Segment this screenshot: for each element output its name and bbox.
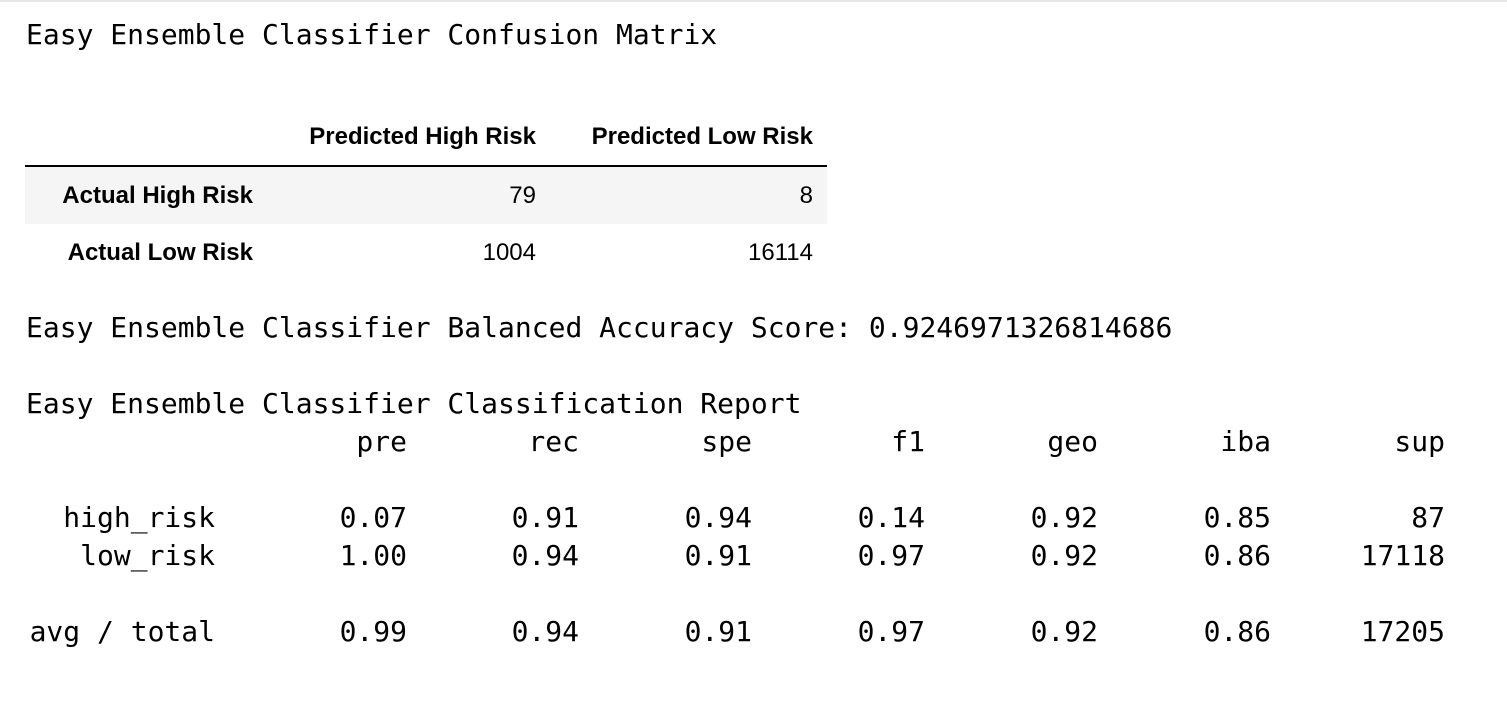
confusion-matrix-title: Easy Ensemble Classifier Confusion Matri…	[26, 18, 718, 51]
report-value: 1.00	[339, 539, 407, 572]
report-value: 0.97	[857, 539, 925, 572]
classification-report-title: Easy Ensemble Classifier Classification …	[26, 387, 802, 420]
row-label-avg-total: avg / total	[29, 615, 215, 648]
classification-report-header-row: pre rec spe f1 geo iba sup	[0, 423, 1507, 461]
report-value: 0.85	[1203, 501, 1271, 534]
balanced-accuracy-label: Easy Ensemble Classifier Balanced Accura…	[26, 311, 853, 344]
report-value: 0.86	[1203, 539, 1271, 572]
report-value: 0.94	[684, 501, 752, 534]
report-value: 0.92	[1030, 501, 1098, 534]
report-value: 0.91	[684, 615, 752, 648]
report-value: 0.07	[339, 501, 407, 534]
column-header-predicted-low-risk: Predicted Low Risk	[591, 122, 813, 150]
top-divider	[0, 0, 1507, 2]
confusion-matrix-table: Predicted High Risk Predicted Low Risk A…	[25, 108, 827, 281]
balanced-accuracy-line: Easy Ensemble Classifier Balanced Accura…	[26, 309, 1172, 347]
confusion-matrix-row-actual-low-risk: Actual Low Risk 1004 16114	[25, 224, 827, 281]
classification-report-row-high-risk: high_risk 0.07 0.91 0.94 0.14 0.92 0.85 …	[0, 499, 1507, 537]
report-value: 0.94	[511, 615, 579, 648]
report-value: 0.86	[1203, 615, 1271, 648]
report-value: 0.91	[511, 501, 579, 534]
column-header-rec: rec	[528, 425, 579, 458]
cell-value: 16114	[748, 238, 813, 266]
report-value: 0.94	[511, 539, 579, 572]
row-label-low-risk: low_risk	[80, 539, 215, 572]
report-value: 17118	[1360, 539, 1445, 572]
confusion-matrix-row-actual-high-risk: Actual High Risk 79 8	[25, 167, 827, 224]
report-value: 0.97	[857, 615, 925, 648]
column-header-f1: f1	[891, 425, 925, 458]
cell-value: 79	[509, 181, 536, 209]
row-label-high-risk: high_risk	[63, 501, 215, 534]
column-header-spe: spe	[701, 425, 752, 458]
report-value: 17205	[1360, 615, 1445, 648]
report-value: 87	[1411, 501, 1445, 534]
column-header-geo: geo	[1047, 425, 1098, 458]
balanced-accuracy-value: 0.9246971326814686	[868, 311, 1173, 344]
column-header-pre: pre	[356, 425, 407, 458]
row-header-actual-low-risk: Actual Low Risk	[67, 238, 253, 266]
column-header-predicted-high-risk: Predicted High Risk	[309, 122, 536, 150]
report-value: 0.99	[339, 615, 407, 648]
report-value: 0.92	[1030, 615, 1098, 648]
classification-report-row-low-risk: low_risk 1.00 0.94 0.91 0.97 0.92 0.86 1…	[0, 537, 1507, 575]
row-header-actual-high-risk: Actual High Risk	[62, 181, 253, 209]
confusion-matrix-header-row: Predicted High Risk Predicted Low Risk	[25, 108, 827, 167]
column-header-iba: iba	[1220, 425, 1271, 458]
report-value: 0.14	[857, 501, 925, 534]
cell-value: 1004	[482, 238, 536, 266]
column-header-sup: sup	[1394, 425, 1445, 458]
cell-value: 8	[799, 181, 813, 209]
report-value: 0.91	[684, 539, 752, 572]
classification-report-row-total: avg / total 0.99 0.94 0.91 0.97 0.92 0.8…	[0, 613, 1507, 651]
classification-report-table: pre rec spe f1 geo iba sup high_risk 0.0…	[0, 423, 1507, 651]
report-value: 0.92	[1030, 539, 1098, 572]
